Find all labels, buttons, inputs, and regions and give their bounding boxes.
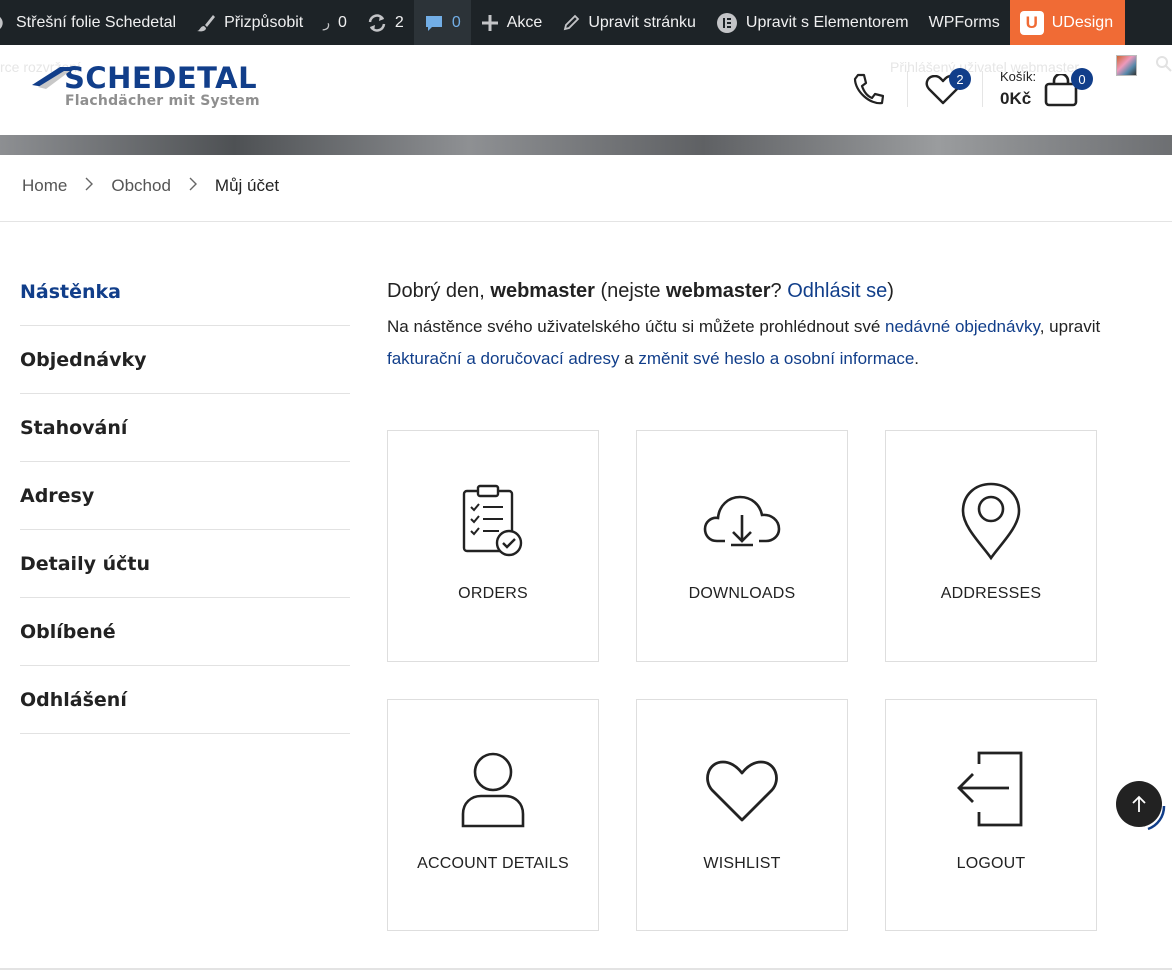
arrow-up-icon [1132,795,1146,812]
cart-label: Košík: [1000,69,1037,84]
comments-count: 0 [451,13,461,31]
adminbar-site-name[interactable]: Střešní folie Schedetal [0,0,186,45]
tile-orders-label: ORDERS [458,585,528,602]
logo-swoosh-icon [32,67,74,89]
logout-link[interactable]: Odhlásit se [787,280,887,302]
cart-count-badge: 0 [1071,68,1093,90]
account-details-link[interactable]: změnit své heslo a osobní informace [638,349,914,368]
tile-logout-label: LOGOUT [956,855,1026,872]
tile-addresses-label: ADDRESSES [940,585,1042,602]
cloud-download-icon [637,493,847,549]
greeting-mid: (nejste [594,280,667,302]
tile-addresses[interactable]: ADDRESSES [885,430,1097,662]
udesign-logo-icon: U [1019,10,1044,35]
tile-logout[interactable]: LOGOUT [885,699,1097,931]
breadcrumb-current: Můj účet [214,176,280,195]
adminbar-wpforms[interactable]: WPForms [919,0,1010,45]
adminbar-customize[interactable]: Přizpůsobit [186,0,313,45]
logout-icon [886,750,1096,828]
page-banner [0,135,1172,155]
tile-account-details[interactable]: ACCOUNT DETAILS [387,699,599,931]
header-divider [982,71,983,107]
dashboard-icon [0,16,3,29]
greeting-username: webmaster [490,280,595,302]
adminbar-udesign[interactable]: U UDesign [1009,0,1126,45]
adminbar-comments[interactable]: 0 [413,0,471,45]
intro-text-4: . [914,348,920,368]
header-divider [907,71,908,107]
intro-text-1: Na nástěnce svého uživatelského účtu si … [387,317,886,336]
tile-wishlist[interactable]: WISHLIST [636,699,848,931]
dashboard-intro: Na nástěnce svého uživatelského účtu si … [387,311,1107,374]
avatar[interactable] [1116,55,1137,76]
tile-downloads-label: DOWNLOADS [688,585,796,602]
customize-label: Přizpůsobit [224,13,304,31]
breadcrumb-divider [0,221,1172,222]
adminbar-edit-page[interactable]: Upravit stránku [552,0,706,45]
nav-item-dashboard[interactable]: Nástěnka [20,258,350,326]
new-label: Akce [506,13,543,31]
nav-item-orders[interactable]: Objednávky [20,326,350,394]
cart-total[interactable]: 0Kč [1000,89,1031,109]
refresh-small-icon: ر [323,14,331,30]
scroll-to-top-button[interactable] [1116,781,1162,827]
user-icon [388,750,598,828]
comment-icon [425,15,442,31]
greeting-username-2: webmaster [666,280,771,302]
wishlist-count-badge: 2 [949,68,971,90]
adminbar-elementor[interactable]: Upravit s Elementorem [706,0,919,45]
intro-text-2: , upravit [1039,317,1101,336]
adminbar-new[interactable]: Akce [471,0,553,45]
chevron-right-icon [85,176,94,196]
phone-icon[interactable] [852,73,884,107]
intro-text-3: a [619,348,639,368]
admin-bar: Střešní folie Schedetal Přizpůsobit ر 0 … [0,0,1172,45]
tile-account-details-label: ACCOUNT DETAILS [417,855,569,872]
wpforms-label: WPForms [928,13,1000,31]
map-pin-icon [886,481,1096,561]
adminbar-revisions[interactable]: 2 [357,0,414,45]
tile-downloads[interactable]: DOWNLOADS [636,430,848,662]
nav-item-wishlist[interactable]: Oblíbené [20,598,350,666]
nav-item-logout[interactable]: Odhlášení [20,666,350,734]
breadcrumb: Home Obchod Můj účet [22,176,279,196]
tile-orders[interactable]: ORDERS [387,430,599,662]
greeting-end: ) [887,280,894,302]
addresses-link[interactable]: fakturační a doručovací adresy [387,349,619,368]
updates-count: 0 [338,13,347,31]
elementor-label: Upravit s Elementorem [745,13,909,31]
ghost-text-right: Přihlášený uživatel webmaster [890,59,1080,75]
edit-page-label: Upravit stránku [588,13,696,31]
nav-item-downloads[interactable]: Stahování [20,394,350,462]
clipboard-check-icon [388,483,598,559]
pencil-icon [564,14,580,30]
nav-item-account-details[interactable]: Detaily účtu [20,530,350,598]
chevron-right-icon [189,176,197,196]
greeting-question: ? [770,280,782,302]
breadcrumb-shop[interactable]: Obchod [111,176,171,196]
search-icon[interactable] [1156,56,1172,72]
account-navigation: Nástěnka Objednávky Stahování Adresy Det… [20,258,350,734]
plus-icon [481,14,498,31]
elementor-icon [716,12,737,33]
site-name-label: Střešní folie Schedetal [16,13,177,31]
recent-orders-link[interactable]: nedávné objednávky [885,317,1040,336]
tile-wishlist-label: WISHLIST [703,855,781,872]
greeting: Dobrý den, webmaster (nejste webmaster? … [387,280,894,303]
udesign-label: UDesign [1051,13,1114,31]
greeting-prefix: Dobrý den, [387,280,491,302]
refresh-icon [368,13,386,32]
brush-icon [197,14,216,31]
revisions-count: 2 [394,13,404,31]
site-logo[interactable]: SCHEDETAL Flachdächer mit System [30,63,260,109]
logo-tagline: Flachdächer mit System [65,93,260,109]
breadcrumb-home[interactable]: Home [22,176,67,196]
adminbar-updates[interactable]: ر 0 [313,0,357,45]
nav-item-addresses[interactable]: Adresy [20,462,350,530]
heart-icon [637,758,847,824]
